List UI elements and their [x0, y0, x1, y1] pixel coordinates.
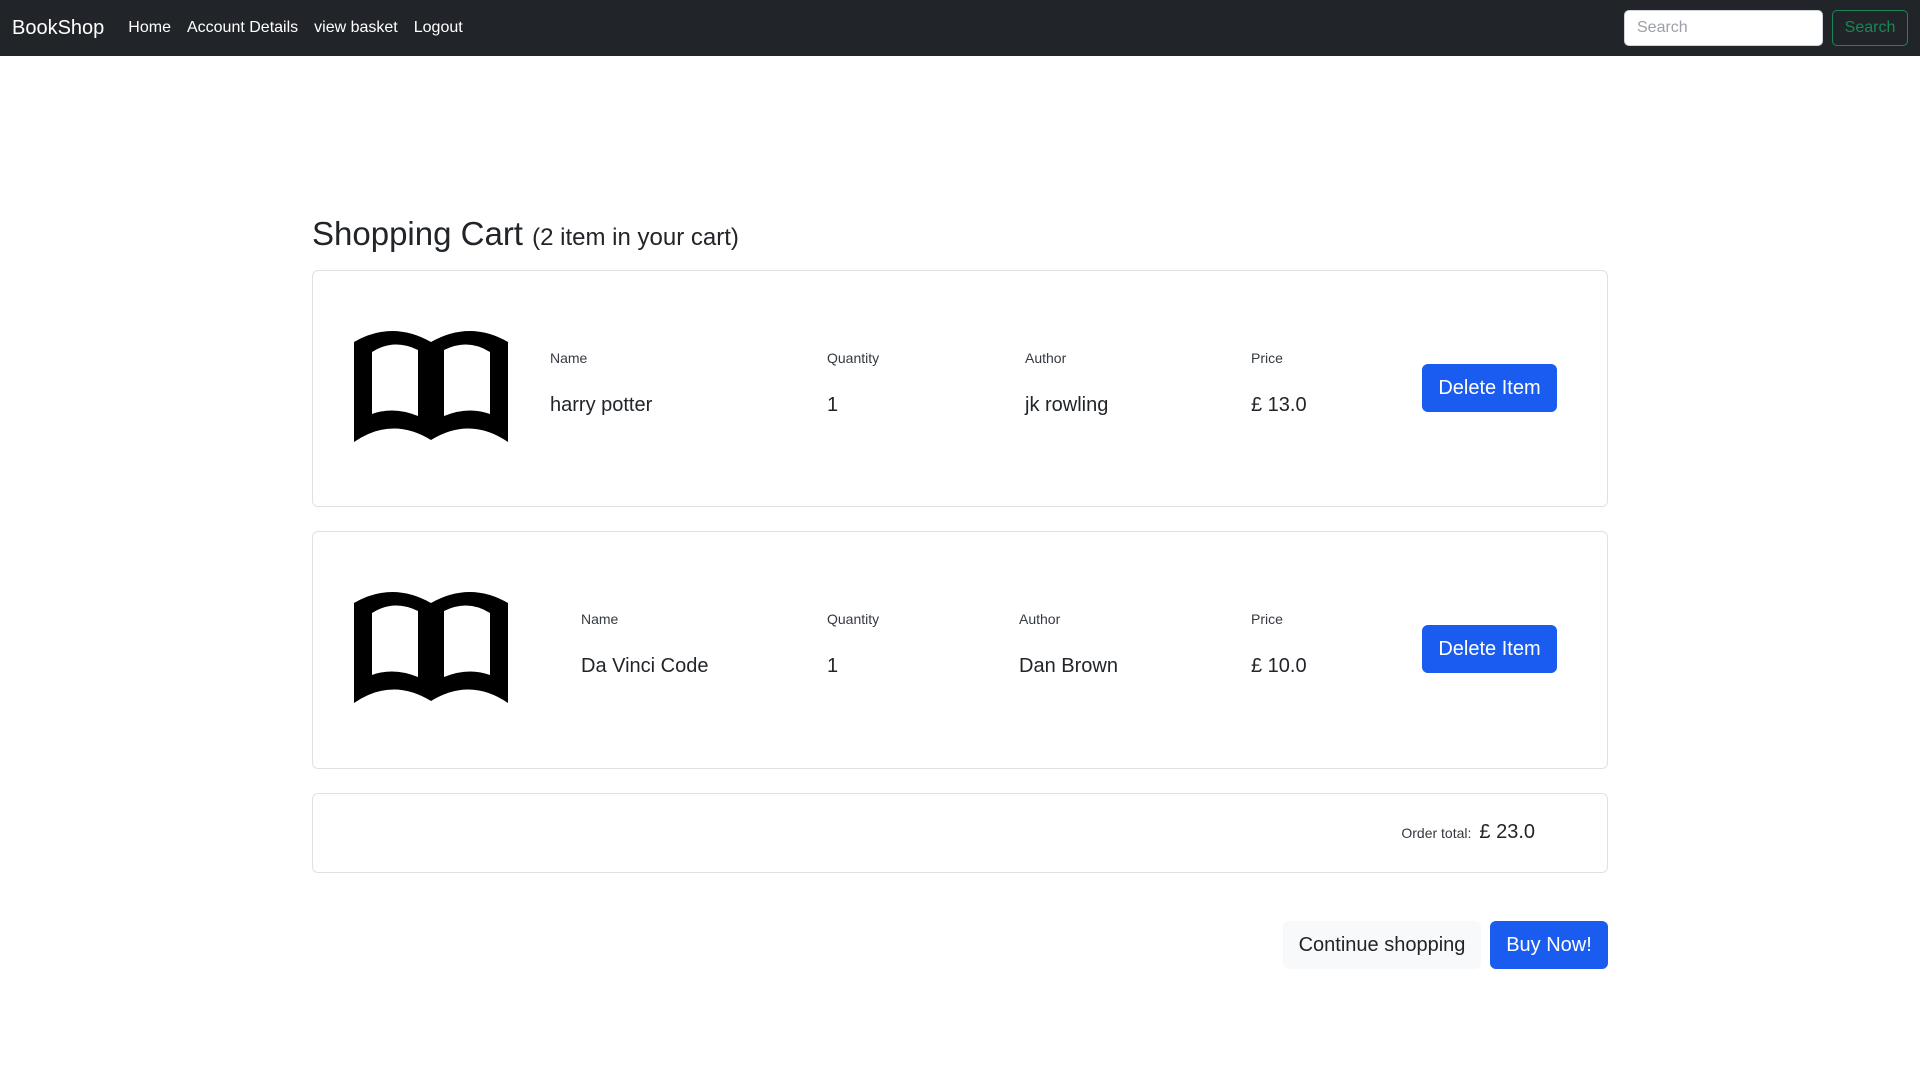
cart-item-card: Name harry potter Quantity 1 Author jk r…: [312, 270, 1608, 507]
page-title: Shopping Cart (2 item in your cart): [312, 215, 739, 253]
item-name: Da Vinci Code: [581, 655, 709, 677]
quantity-label: Quantity: [827, 350, 880, 366]
book-icon: [354, 331, 508, 442]
nav-link-logout[interactable]: Logout: [414, 19, 463, 37]
name-label: Name: [581, 611, 619, 627]
item-author-col: Author jk rowling: [1025, 350, 1108, 417]
brand-logo-link[interactable]: BookShop: [12, 17, 104, 40]
book-icon: [354, 592, 508, 703]
item-name-col: Name Da Vinci Code: [581, 611, 708, 678]
nav-link-view-basket[interactable]: view basket: [314, 19, 398, 37]
nav-link-home[interactable]: Home: [128, 19, 171, 37]
item-author: Dan Brown: [1019, 655, 1118, 677]
author-label: Author: [1019, 611, 1061, 627]
delete-item-button[interactable]: Delete Item: [1422, 364, 1557, 412]
search-button[interactable]: Search: [1832, 10, 1908, 46]
item-price-col: Price £ 10.0: [1251, 611, 1307, 678]
order-total-card: Order total: £ 23.0: [312, 793, 1608, 873]
item-name: harry potter: [550, 394, 653, 416]
search-input[interactable]: [1624, 10, 1823, 46]
item-name-col: Name harry potter: [550, 350, 652, 417]
cart-title: Shopping Cart: [312, 215, 523, 252]
continue-shopping-button[interactable]: Continue shopping: [1283, 921, 1481, 969]
order-total: Order total: £ 23.0: [1401, 821, 1535, 844]
item-price: £ 13.0: [1251, 394, 1307, 416]
cart-item-card: Name Da Vinci Code Quantity 1 Author Dan…: [312, 531, 1608, 769]
order-total-value: £ 23.0: [1479, 821, 1535, 843]
nav-link-account-details[interactable]: Account Details: [187, 19, 298, 37]
item-quantity: 1: [827, 394, 839, 416]
item-price: £ 10.0: [1251, 655, 1307, 677]
name-label: Name: [550, 350, 588, 366]
delete-item-button[interactable]: Delete Item: [1422, 625, 1557, 673]
item-quantity-col: Quantity 1: [827, 350, 879, 417]
author-label: Author: [1025, 350, 1067, 366]
item-author-col: Author Dan Brown: [1019, 611, 1118, 678]
item-quantity: 1: [827, 655, 839, 677]
order-total-label: Order total:: [1401, 825, 1472, 841]
buy-now-button[interactable]: Buy Now!: [1490, 921, 1608, 969]
top-navbar: BookShop Home Account Details view baske…: [0, 0, 1920, 56]
cart-item-count: (2 item in your cart): [532, 224, 739, 251]
item-author: jk rowling: [1025, 394, 1109, 416]
search-form: Search: [1624, 10, 1908, 46]
quantity-label: Quantity: [827, 611, 880, 627]
price-label: Price: [1251, 611, 1283, 627]
item-price-col: Price £ 13.0: [1251, 350, 1307, 417]
item-quantity-col: Quantity 1: [827, 611, 879, 678]
price-label: Price: [1251, 350, 1283, 366]
